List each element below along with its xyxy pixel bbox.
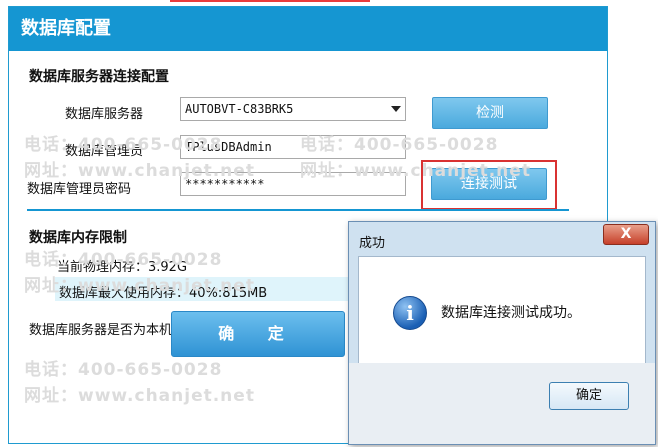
server-label: 数据库服务器 <box>65 107 144 122</box>
watermark-site: 网址：www.chanjet.net <box>24 276 255 296</box>
confirm-button[interactable]: 确 定 <box>171 311 345 357</box>
window-title: 数据库配置 <box>9 7 607 51</box>
server-section-title: 数据库服务器连接配置 <box>29 69 169 85</box>
memory-section-title: 数据库内存限制 <box>29 230 127 246</box>
info-icon: i <box>393 296 427 330</box>
dialog-message: 数据库连接测试成功。 <box>441 305 581 321</box>
watermark-phone: 电话：400-665-0028 <box>24 250 223 270</box>
server-value: AUTOBVT-C83BRK5 <box>185 102 294 116</box>
chevron-down-icon[interactable] <box>391 106 401 112</box>
dialog-content: i 数据库连接测试成功。 <box>358 256 646 364</box>
success-dialog: 成功 X i 数据库连接测试成功。 确定 <box>348 221 656 445</box>
watermark-site: 网址：www.chanjet.net <box>300 161 531 181</box>
watermark-site: 网址：www.chanjet.net <box>24 161 255 181</box>
section-divider <box>27 209 569 211</box>
watermark-phone: 电话：400-665-0028 <box>24 135 223 155</box>
dialog-title: 成功 <box>359 236 386 251</box>
server-select[interactable]: AUTOBVT-C83BRK5 <box>180 97 406 121</box>
top-red-line <box>170 0 370 2</box>
dialog-ok-button[interactable]: 确定 <box>549 382 629 410</box>
watermark-site: 网址：www.chanjet.net <box>24 386 255 406</box>
close-icon[interactable]: X <box>603 224 649 245</box>
local-server-label: 数据库服务器是否为本机 <box>29 323 173 338</box>
watermark-phone: 电话：400-665-0028 <box>24 360 223 380</box>
detect-button[interactable]: 检测 <box>432 97 548 129</box>
watermark-phone: 电话：400-665-0028 <box>300 135 499 155</box>
